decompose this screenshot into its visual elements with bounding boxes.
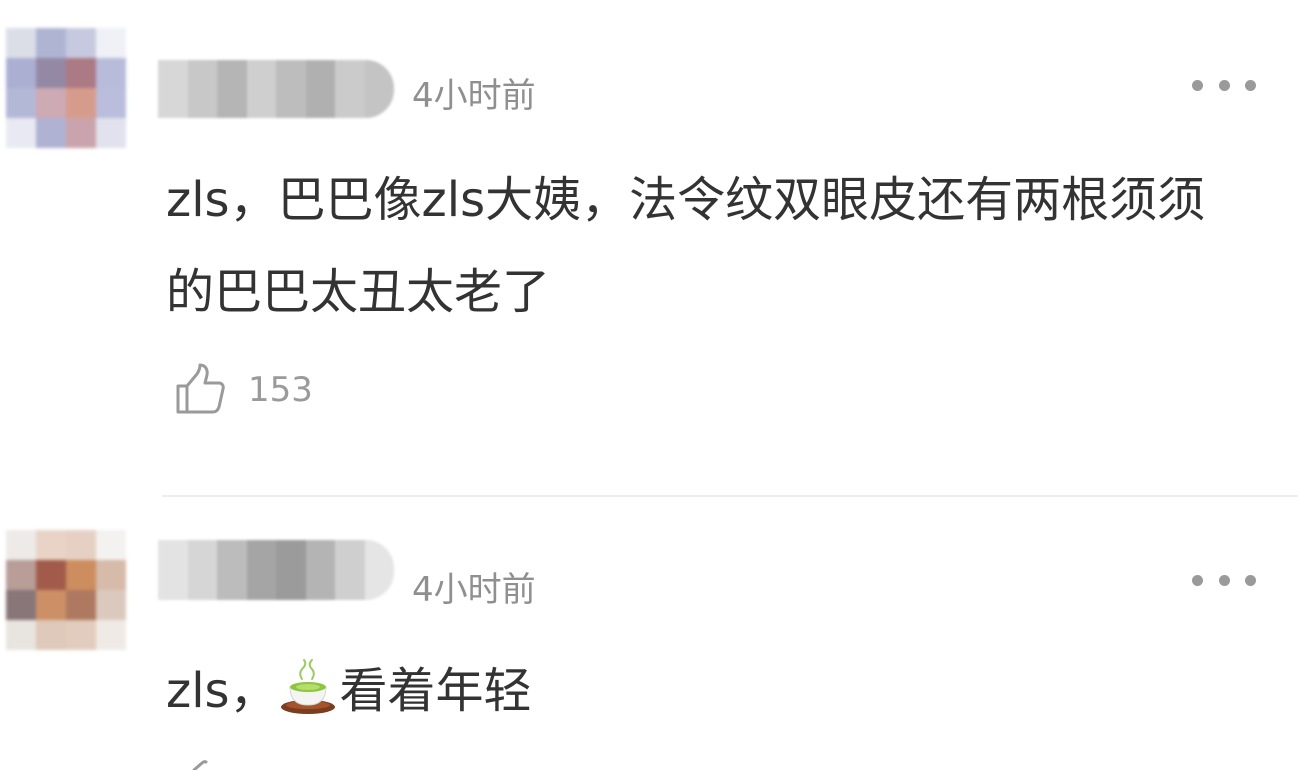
- comment-text-prefix: zls，: [166, 663, 278, 719]
- tea-cup-icon: [280, 659, 335, 714]
- comment-time: 4小时前: [412, 76, 536, 116]
- avatar[interactable]: [6, 530, 126, 650]
- more-options-button[interactable]: [1192, 75, 1256, 95]
- comment-feed: 4小时前 zls，巴巴像zls大姨，法令纹双眼皮还有两根须须的巴巴太丑太老了 1…: [0, 0, 1298, 770]
- username[interactable]: [158, 60, 394, 118]
- more-dot: [1245, 79, 1256, 91]
- thumbs-up-icon[interactable]: [188, 760, 218, 770]
- comment-time: 4小时前: [412, 570, 536, 610]
- more-dot: [1245, 574, 1256, 586]
- more-dot: [1218, 79, 1230, 91]
- comment-text-suffix: 看着年轻: [339, 663, 532, 719]
- username[interactable]: [158, 540, 394, 600]
- more-dot: [1192, 574, 1203, 586]
- more-dot: [1192, 79, 1203, 91]
- divider: [162, 495, 1298, 497]
- more-dot: [1218, 574, 1230, 586]
- comment-item: 4小时前 zls，巴巴像zls大姨，法令纹双眼皮还有两根须须的巴巴太丑太老了 1…: [0, 0, 1298, 470]
- comment-text: zls，巴巴像zls大姨，法令纹双眼皮还有两根须须的巴巴太丑太老了: [166, 172, 1206, 320]
- more-options-button[interactable]: [1192, 570, 1256, 590]
- avatar[interactable]: [6, 28, 126, 148]
- like-count: 153: [248, 370, 313, 410]
- thumbs-up-icon: [176, 363, 225, 414]
- like-button[interactable]: 153: [172, 358, 313, 422]
- comment-text: zls， 看着年轻: [166, 645, 1246, 737]
- comment-item: 4小时前 zls， 看着年轻: [0, 500, 1298, 770]
